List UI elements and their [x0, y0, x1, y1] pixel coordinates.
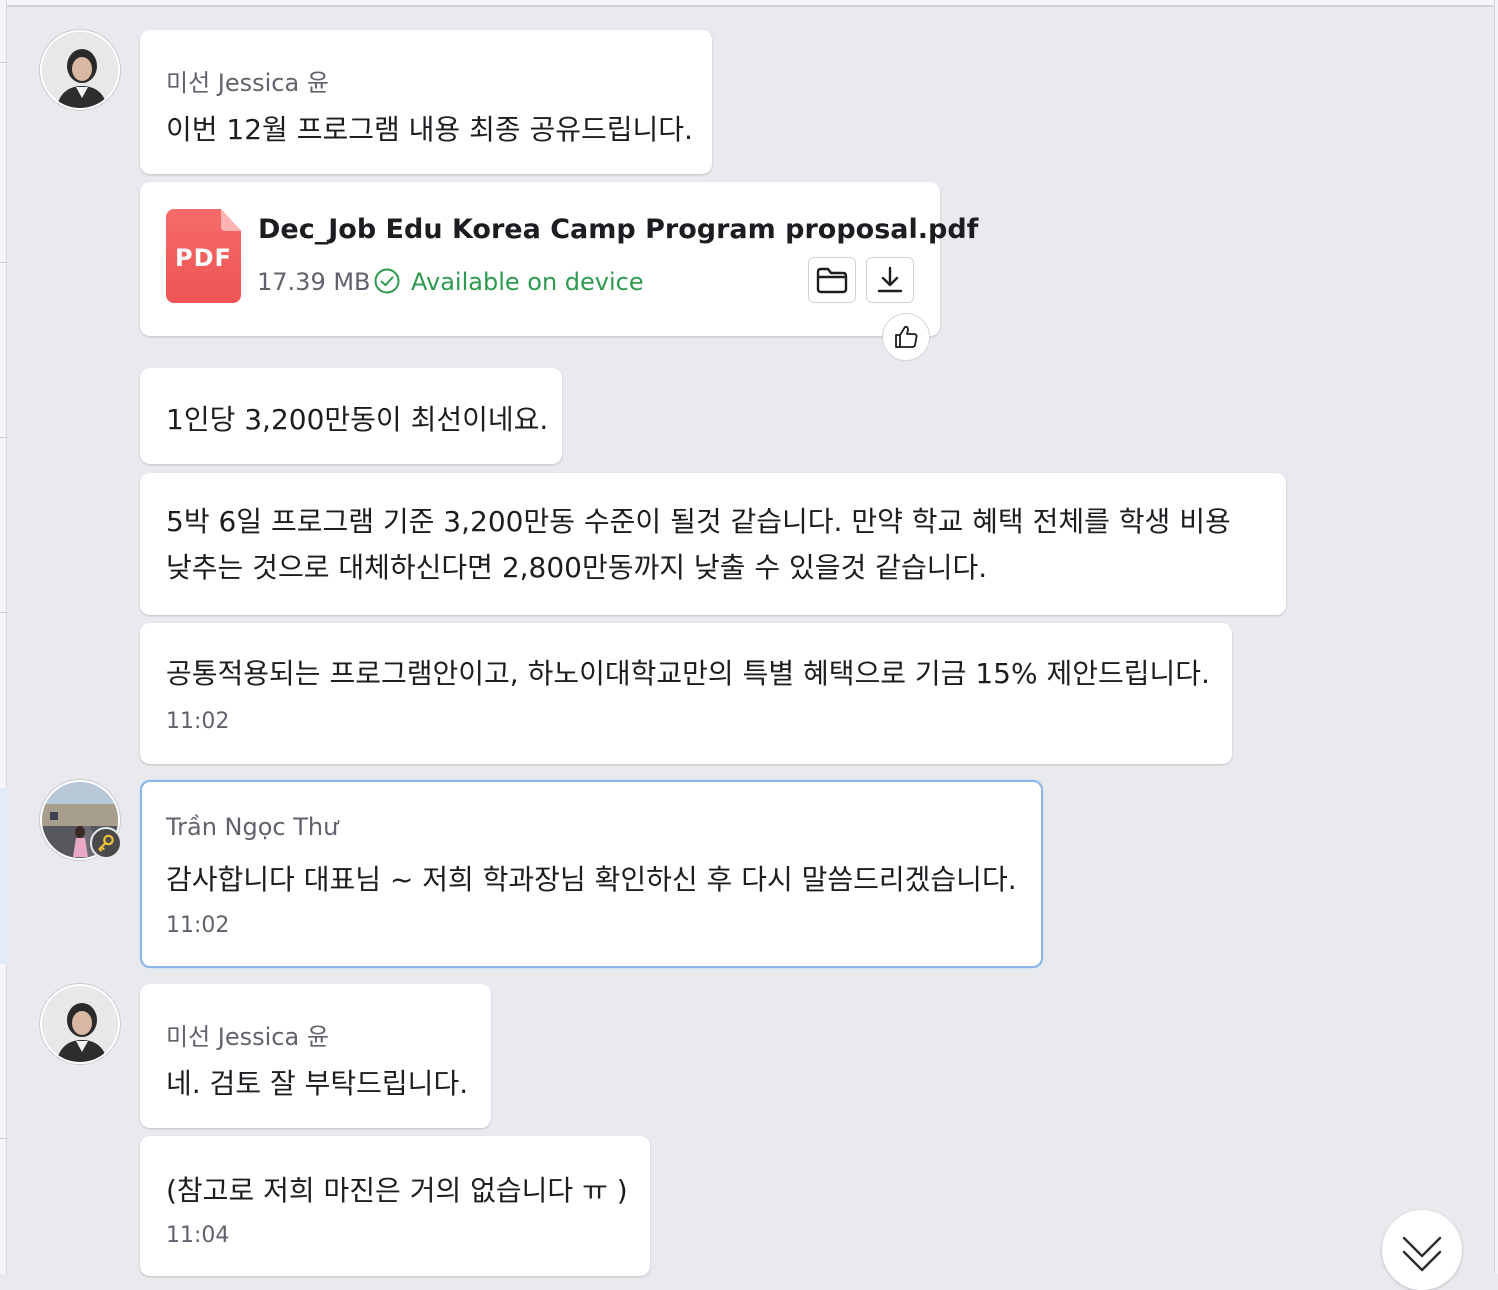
- message-bubble-selected[interactable]: Trần Ngọc Thư 감사합니다 대표님 ~ 저희 학과장님 확인하신 후…: [140, 780, 1043, 968]
- left-divider-highlight: [0, 788, 7, 964]
- sender-name: 미선 Jessica 윤: [166, 69, 329, 97]
- message-bubble[interactable]: 미선 Jessica 윤 이번 12월 프로그램 내용 최종 공유드립니다.: [140, 30, 712, 174]
- admin-badge: [90, 827, 122, 859]
- scroll-to-bottom-button[interactable]: [1382, 1210, 1462, 1290]
- left-divider-tick: [0, 437, 7, 438]
- avatar-portrait-icon: [42, 32, 118, 108]
- open-folder-button[interactable]: [808, 257, 856, 303]
- avatar-portrait-icon: [42, 986, 118, 1062]
- left-divider-tick: [0, 62, 7, 63]
- key-icon: [98, 834, 114, 852]
- right-divider: [1494, 0, 1498, 1274]
- message-timestamp: 11:04: [166, 1223, 230, 1248]
- message-text: 감사합니다 대표님 ~ 저희 학과장님 확인하신 후 다시 말씀드리겠습니다.: [166, 863, 1017, 896]
- thumbs-up-icon: [895, 325, 918, 348]
- message-bubble[interactable]: 공통적용되는 프로그램안이고, 하노이대학교만의 특별 혜택으로 기금 15% …: [140, 623, 1232, 764]
- left-divider-tick: [0, 262, 7, 263]
- add-reaction-button[interactable]: [882, 313, 930, 361]
- sender-name: 미선 Jessica 윤: [166, 1023, 329, 1051]
- message-text: 5박 6일 프로그램 기준 3,200만동 수준이 될것 같습니다. 만약 학교…: [166, 505, 1231, 584]
- message-timestamp: 11:02: [166, 913, 230, 938]
- file-status: Available on device: [411, 268, 644, 296]
- message-timestamp: 11:02: [166, 709, 230, 734]
- chat-window: 미선 Jessica 윤 이번 12월 프로그램 내용 최종 공유드립니다. P…: [0, 0, 1498, 1290]
- folder-icon: [816, 267, 848, 294]
- avatar-jessica[interactable]: [40, 30, 120, 110]
- message-text: (참고로 저희 마진은 거의 없습니다 ㅠ ): [166, 1174, 628, 1207]
- sender-name: Trần Ngọc Thư: [166, 813, 339, 841]
- file-attachment[interactable]: PDF Dec_Job Edu Korea Camp Program propo…: [140, 182, 978, 336]
- avatar-jessica[interactable]: [40, 984, 120, 1064]
- message-bubble[interactable]: 5박 6일 프로그램 기준 3,200만동 수준이 될것 같습니다. 만약 학교…: [140, 473, 1286, 615]
- left-divider-tick: [0, 1138, 7, 1139]
- download-icon: [877, 266, 903, 293]
- chevron-double-down-icon: [1402, 1236, 1442, 1272]
- message-text: 공통적용되는 프로그램안이고, 하노이대학교만의 특별 혜택으로 기금 15% …: [166, 657, 1210, 690]
- message-bubble[interactable]: 미선 Jessica 윤 네. 검토 잘 부탁드립니다.: [140, 984, 491, 1128]
- message-text: 이번 12월 프로그램 내용 최종 공유드립니다.: [166, 113, 693, 146]
- file-size: 17.39 MB: [257, 268, 371, 296]
- check-circle-icon: [374, 268, 400, 294]
- left-divider-tick: [0, 612, 7, 613]
- message-text: 1인당 3,200만동이 최선이네요.: [166, 403, 549, 436]
- download-button[interactable]: [866, 257, 914, 303]
- file-name[interactable]: Dec_Job Edu Korea Camp Program proposal.…: [258, 214, 978, 245]
- message-bubble[interactable]: (참고로 저희 마진은 거의 없습니다 ㅠ ) 11:04: [140, 1136, 650, 1276]
- top-divider: [7, 0, 1495, 7]
- message-text: 네. 검토 잘 부탁드립니다.: [166, 1067, 469, 1100]
- file-type-label: PDF: [175, 244, 232, 272]
- message-bubble[interactable]: 1인당 3,200만동이 최선이네요.: [140, 368, 562, 464]
- left-divider: [0, 0, 7, 1274]
